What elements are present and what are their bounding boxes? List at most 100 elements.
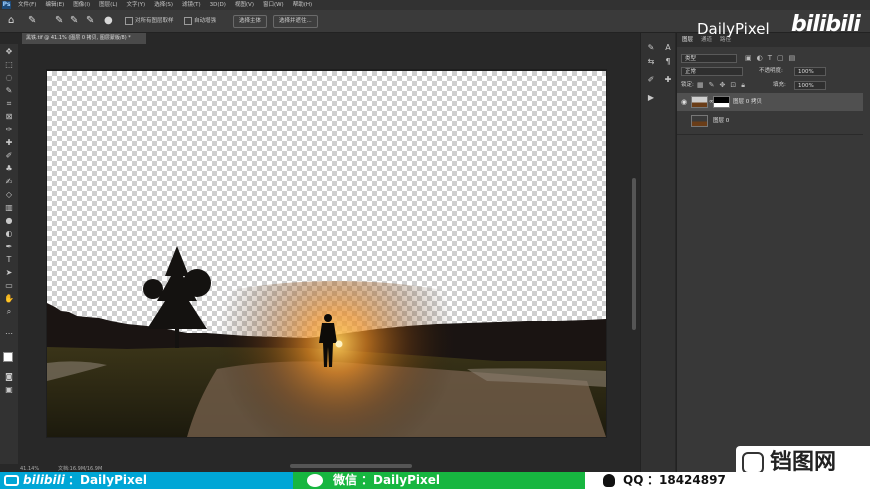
- qq-label: QQ: [623, 473, 644, 487]
- lock-image-icon[interactable]: ✎: [709, 81, 715, 90]
- filter-type-icon[interactable]: T: [768, 54, 772, 62]
- layer-thumbnail: [691, 115, 708, 127]
- hand-tool-icon[interactable]: ✋: [3, 293, 15, 305]
- lock-position-icon[interactable]: ✥: [720, 81, 726, 90]
- auto-enhance-label: 自动增强: [194, 18, 217, 24]
- healing-brush-icon[interactable]: ✚: [3, 137, 15, 149]
- pen-tool-icon[interactable]: ✒: [3, 241, 15, 253]
- select-subject-button[interactable]: 选择主体: [233, 15, 268, 28]
- footer-wechat: 微信 ：DailyPixel: [293, 472, 585, 489]
- menu-item[interactable]: 窗口(W): [263, 0, 284, 10]
- menu-item[interactable]: 文件(F): [18, 0, 36, 10]
- menu-bar: Ps 文件(F) 编辑(E) 图像(I) 图层(L) 文字(Y) 选择(S) 滤镜(T) 3D…: [0, 0, 870, 10]
- visibility-eye-icon[interactable]: ◉: [681, 93, 687, 111]
- gradient-tool-icon[interactable]: ▥: [3, 202, 15, 214]
- add-to-selection-icon[interactable]: ✎: [70, 10, 78, 32]
- tab-layers[interactable]: 图层: [682, 33, 693, 47]
- quick-select-tool-icon[interactable]: ✎: [3, 85, 15, 97]
- filter-shape-icon[interactable]: ▢: [777, 54, 784, 62]
- watermark-brand: DailyPixel: [697, 20, 770, 38]
- fill-label: 填充:: [773, 82, 786, 88]
- fill-input[interactable]: 100%: [794, 81, 826, 90]
- photoshop-logo-icon: Ps: [2, 1, 11, 9]
- filter-pixel-icon[interactable]: ▣: [745, 54, 752, 62]
- brush-tool-icon[interactable]: ✐: [3, 150, 15, 162]
- home-icon[interactable]: ⌂: [8, 10, 14, 32]
- vertical-scrollbar[interactable]: [632, 178, 636, 330]
- menu-item[interactable]: 编辑(E): [45, 0, 64, 10]
- lock-artboard-icon[interactable]: ⊡: [730, 81, 736, 90]
- blur-tool-icon[interactable]: ●: [3, 215, 15, 227]
- wechat-label: 微信: [333, 473, 358, 487]
- type-tool-icon[interactable]: T: [3, 254, 15, 266]
- eraser-tool-icon[interactable]: ◇: [3, 189, 15, 201]
- menu-item[interactable]: 帮助(H): [293, 0, 312, 10]
- footer-qq: QQ ：18424897: [585, 472, 870, 489]
- wechat-handle: ：DailyPixel: [361, 473, 441, 487]
- brush-size-icon[interactable]: ●: [104, 10, 113, 32]
- filter-icons: ▣ ◐ T ▢ ▤: [745, 54, 795, 62]
- auto-enhance-checkbox[interactable]: [184, 17, 192, 25]
- adjustments-panel-icon[interactable]: ⇆: [646, 57, 656, 67]
- menu-item[interactable]: 文字(Y): [127, 0, 146, 10]
- subtract-from-selection-icon[interactable]: ✎: [86, 10, 94, 32]
- history-brush-icon[interactable]: ✍: [3, 176, 15, 188]
- quick-selection-tool-icon[interactable]: ✎: [28, 10, 36, 32]
- foreground-color-swatch[interactable]: [3, 352, 13, 362]
- menu-item[interactable]: 选择(S): [154, 0, 173, 10]
- layer-thumbnail: [691, 96, 708, 108]
- path-selection-icon[interactable]: ➤: [3, 267, 15, 279]
- menu-item[interactable]: 视图(V): [235, 0, 254, 10]
- quick-mask-icon[interactable]: ◙: [3, 371, 15, 383]
- brush-panel-icon[interactable]: ✐: [646, 75, 656, 85]
- layer-row[interactable]: ◉ ∞ 图层 0 拷贝: [677, 93, 863, 111]
- filter-smart-icon[interactable]: ▤: [789, 54, 796, 62]
- actions-panel-icon[interactable]: ▶: [646, 93, 656, 103]
- layer-filter-select[interactable]: 类型: [681, 54, 737, 63]
- crop-tool-icon[interactable]: ⌗: [3, 98, 15, 110]
- paragraph-panel-icon[interactable]: ¶: [663, 57, 673, 67]
- menu-item[interactable]: 3D(D): [210, 0, 226, 10]
- eyedropper-tool-icon[interactable]: ✑: [3, 124, 15, 136]
- layer-name[interactable]: 图层 0: [713, 112, 729, 130]
- lock-all-icon[interactable]: 🔒︎: [741, 81, 745, 90]
- blend-mode-select[interactable]: 正常: [681, 67, 743, 76]
- menu-item[interactable]: 滤镜(T): [182, 0, 201, 10]
- filter-adjustment-icon[interactable]: ◐: [757, 54, 763, 62]
- menu-item[interactable]: 图层(L): [99, 0, 117, 10]
- site-logo-icon: [742, 452, 764, 474]
- new-selection-icon[interactable]: ✎: [55, 10, 63, 32]
- dodge-tool-icon[interactable]: ◐: [3, 228, 15, 240]
- history-panel-icon[interactable]: ✎: [646, 43, 656, 53]
- marquee-tool-icon[interactable]: ⬚: [3, 59, 15, 71]
- zoom-tool-icon[interactable]: ⌕: [3, 306, 15, 318]
- frame-tool-icon[interactable]: ⊠: [3, 111, 15, 123]
- document-canvas[interactable]: [47, 71, 606, 437]
- menu-items: 文件(F) 编辑(E) 图像(I) 图层(L) 文字(Y) 选择(S) 滤镜(T) 3D(D)…: [18, 0, 312, 10]
- lock-transparent-icon[interactable]: ▦: [697, 81, 704, 90]
- lantern-light: [335, 340, 343, 348]
- panel-dock: ✎ ⇆ ✐ ▶: [640, 33, 661, 473]
- move-tool-icon[interactable]: ✥: [3, 46, 15, 58]
- layer-name[interactable]: 图层 0 拷贝: [733, 93, 762, 111]
- menu-item[interactable]: 图像(I): [73, 0, 90, 10]
- layer-mask-thumbnail[interactable]: [713, 96, 730, 108]
- tools-panel: ✥ ⬚ ◌ ✎ ⌗ ⊠ ✑ ✚ ✐ ♣ ✍ ◇ ▥ ● ◐ ✒ T ➤ ▭ ✋ …: [0, 44, 18, 464]
- lasso-tool-icon[interactable]: ◌: [3, 72, 15, 84]
- bilibili-logo: bilibili: [791, 12, 861, 37]
- opacity-input[interactable]: 100%: [794, 67, 826, 76]
- photo-layer: [47, 246, 606, 437]
- document-tab[interactable]: 黑铁.tif @ 41.1% (图层 0 拷贝, 图层蒙版/8) *: [22, 33, 146, 44]
- sample-all-layers-label: 对所有图层取样: [135, 18, 174, 24]
- sample-all-layers-checkbox[interactable]: [125, 17, 133, 25]
- panel-dock-secondary: A ¶ ✚: [661, 33, 675, 473]
- select-and-mask-button[interactable]: 选择并遮住...: [273, 15, 318, 28]
- screen-mode-icon[interactable]: ▣: [3, 384, 15, 396]
- clone-stamp-icon[interactable]: ♣: [3, 163, 15, 175]
- layer-row[interactable]: 图层 0: [677, 112, 863, 130]
- libraries-panel-icon[interactable]: ✚: [663, 75, 673, 85]
- tv-icon: [4, 475, 19, 486]
- rectangle-tool-icon[interactable]: ▭: [3, 280, 15, 292]
- more-tools-icon[interactable]: ⋯: [3, 328, 15, 340]
- character-panel-icon[interactable]: A: [663, 43, 673, 53]
